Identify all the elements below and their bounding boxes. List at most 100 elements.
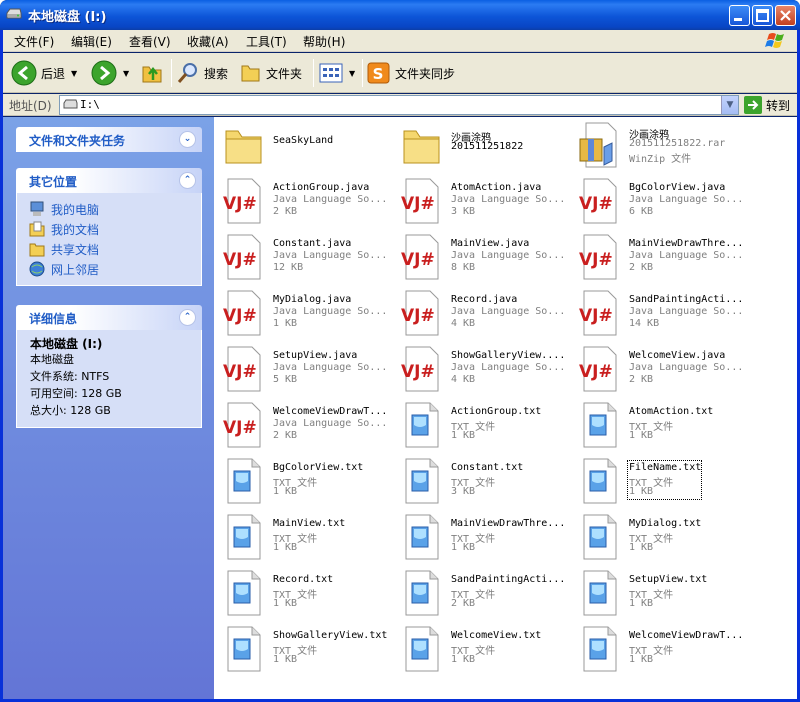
folders-icon — [241, 65, 260, 82]
forward-dropdown-icon[interactable]: ▼ — [123, 69, 129, 78]
details-header[interactable]: 详细信息 ⌃ — [16, 305, 202, 330]
file-item[interactable]: FileName.txt TXT 文件 1 KB — [572, 457, 750, 511]
folder-sync-icon: S — [367, 62, 390, 84]
file-item[interactable]: VJ# BgColorView.java Java Language So... 6 … — [572, 177, 750, 231]
address-bar: 地址(D) I:\ ▼ 转到 — [3, 94, 797, 116]
file-name: MainView.java — [451, 238, 530, 249]
java-file-icon: VJ# — [222, 177, 264, 225]
file-item[interactable]: VJ# MainViewDrawThre... Java Language So..… — [572, 233, 750, 287]
my-documents-icon — [29, 221, 45, 237]
go-button[interactable]: 转到 — [744, 96, 790, 114]
file-item[interactable]: 沙画涂鸦 201511251822.rar WinZip 文件 — [572, 121, 750, 175]
text-file-icon — [400, 401, 442, 449]
file-item[interactable]: VJ# WelcomeViewDrawT... Java Language So..… — [216, 401, 394, 455]
java-file-icon: VJ# — [222, 401, 264, 449]
address-dropdown-button[interactable]: ▼ — [721, 96, 738, 114]
file-type: Java Language So... — [273, 194, 388, 205]
file-size: 1 KB — [273, 542, 298, 553]
text-file-icon — [222, 625, 264, 673]
file-size: 2 KB — [273, 430, 298, 441]
file-item[interactable]: MyDialog.txt TXT 文件 1 KB — [572, 513, 750, 567]
file-item[interactable]: VJ# SetupView.java Java Language So... 5 KB — [216, 345, 394, 399]
menu-favorites[interactable]: 收藏(A) — [187, 33, 229, 50]
text-file-icon — [578, 625, 620, 673]
file-item[interactable]: SeaSkyLand — [216, 121, 394, 175]
file-item[interactable]: Record.txt TXT 文件 1 KB — [216, 569, 394, 623]
file-item[interactable]: VJ# MainView.java Java Language So... 8 KB — [394, 233, 572, 287]
file-item[interactable]: VJ# WelcomeView.java Java Language So... 2 … — [572, 345, 750, 399]
file-name: AtomAction.txt — [629, 406, 714, 417]
close-button[interactable] — [775, 5, 796, 26]
menu-view[interactable]: 查看(V) — [129, 33, 171, 50]
menu-tools[interactable]: 工具(T) — [246, 33, 287, 50]
menu-bar: 文件(F) 编辑(E) 查看(V) 收藏(A) 工具(T) 帮助(H) — [3, 30, 797, 52]
file-item[interactable]: VJ# Record.java Java Language So... 4 KB — [394, 289, 572, 343]
link-my-documents[interactable]: 我的文档 — [29, 219, 201, 239]
file-item[interactable]: SandPaintingActi... TXT 文件 2 KB — [394, 569, 572, 623]
back-button[interactable]: 后退 ▼ — [11, 59, 77, 87]
java-file-icon: VJ# — [222, 289, 264, 337]
menu-help[interactable]: 帮助(H) — [303, 33, 345, 50]
file-item[interactable]: ActionGroup.txt TXT 文件 1 KB — [394, 401, 572, 455]
file-tasks-header[interactable]: 文件和文件夹任务 ⌄ — [16, 127, 202, 152]
menu-edit[interactable]: 编辑(E) — [71, 33, 112, 50]
up-folder-icon — [142, 66, 162, 83]
java-file-icon: VJ# — [578, 345, 620, 393]
svg-text:VJ#: VJ# — [401, 362, 435, 382]
file-item[interactable]: VJ# AtomAction.java Java Language So... 3 K… — [394, 177, 572, 231]
link-my-computer[interactable]: 我的电脑 — [29, 199, 201, 219]
views-dropdown-icon[interactable]: ▼ — [349, 69, 355, 78]
file-item[interactable]: AtomAction.txt TXT 文件 1 KB — [572, 401, 750, 455]
file-tasks-panel: 文件和文件夹任务 ⌄ — [16, 127, 202, 152]
title-bar[interactable]: 本地磁盘 (I:) — [0, 0, 800, 30]
views-button[interactable]: ▼ — [319, 59, 355, 87]
go-arrow-icon — [744, 96, 762, 114]
file-name: MyDialog.txt — [629, 518, 702, 529]
file-item[interactable]: VJ# SandPaintingActi... Java Language So..… — [572, 289, 750, 343]
search-button[interactable]: 搜索 — [176, 59, 228, 87]
file-item[interactable]: VJ# ActionGroup.java Java Language So... 2 … — [216, 177, 394, 231]
link-network-places[interactable]: 网上邻居 — [29, 259, 201, 279]
svg-text:VJ#: VJ# — [579, 250, 613, 270]
collapse-chevron-icon[interactable]: ⌃ — [179, 172, 196, 189]
file-name: SetupView.txt — [629, 574, 708, 585]
file-name: AtomAction.java — [451, 182, 542, 193]
file-list-view[interactable]: SeaSkyLand 沙画涂鸦 201511251822 沙画涂鸦 2015112518… — [214, 117, 797, 699]
java-file-icon: VJ# — [400, 233, 442, 281]
folder-sync-button[interactable]: S 文件夹同步 — [367, 59, 455, 87]
file-item[interactable]: WelcomeView.txt TXT 文件 1 KB — [394, 625, 572, 679]
file-item[interactable]: VJ# ShowGalleryView.... Java Language So..… — [394, 345, 572, 399]
file-item[interactable]: VJ# Constant.java Java Language So... 12 KB — [216, 233, 394, 287]
file-item[interactable]: MainViewDrawThre... TXT 文件 1 KB — [394, 513, 572, 567]
java-file-icon: VJ# — [400, 289, 442, 337]
file-item[interactable]: ShowGalleryView.txt TXT 文件 1 KB — [216, 625, 394, 679]
text-file-icon — [578, 401, 620, 449]
forward-button[interactable]: ▼ — [91, 59, 129, 87]
address-input[interactable]: I:\ ▼ — [59, 95, 739, 115]
file-item[interactable]: WelcomeViewDrawT... TXT 文件 1 KB — [572, 625, 750, 679]
folders-button[interactable]: 文件夹 — [240, 59, 302, 87]
collapse-chevron-icon[interactable]: ⌃ — [179, 309, 196, 326]
link-shared-documents[interactable]: 共享文档 — [29, 239, 201, 259]
shared-documents-icon — [29, 243, 45, 257]
file-item[interactable]: SetupView.txt TXT 文件 1 KB — [572, 569, 750, 623]
file-item[interactable]: 沙画涂鸦 201511251822 — [394, 121, 572, 175]
file-item[interactable]: VJ# MyDialog.java Java Language So... 1 KB — [216, 289, 394, 343]
expand-chevron-icon[interactable]: ⌄ — [179, 131, 196, 148]
up-folder-button[interactable] — [141, 59, 165, 87]
file-item[interactable]: BgColorView.txt TXT 文件 1 KB — [216, 457, 394, 511]
java-file-icon: VJ# — [578, 177, 620, 225]
network-places-icon — [29, 261, 45, 277]
link-label: 我的电脑 — [51, 202, 100, 217]
file-type: Java Language So... — [629, 306, 744, 317]
other-places-header[interactable]: 其它位置 ⌃ — [16, 168, 202, 193]
back-dropdown-icon[interactable]: ▼ — [71, 69, 77, 78]
maximize-button[interactable] — [752, 5, 773, 26]
file-item[interactable]: MainView.txt TXT 文件 1 KB — [216, 513, 394, 567]
focus-rectangle — [627, 460, 702, 500]
file-item[interactable]: Constant.txt TXT 文件 3 KB — [394, 457, 572, 511]
minimize-button[interactable] — [729, 5, 750, 26]
menu-file[interactable]: 文件(F) — [14, 33, 54, 50]
java-file-icon: VJ# — [400, 177, 442, 225]
file-tasks-title: 文件和文件夹任务 — [29, 134, 126, 148]
